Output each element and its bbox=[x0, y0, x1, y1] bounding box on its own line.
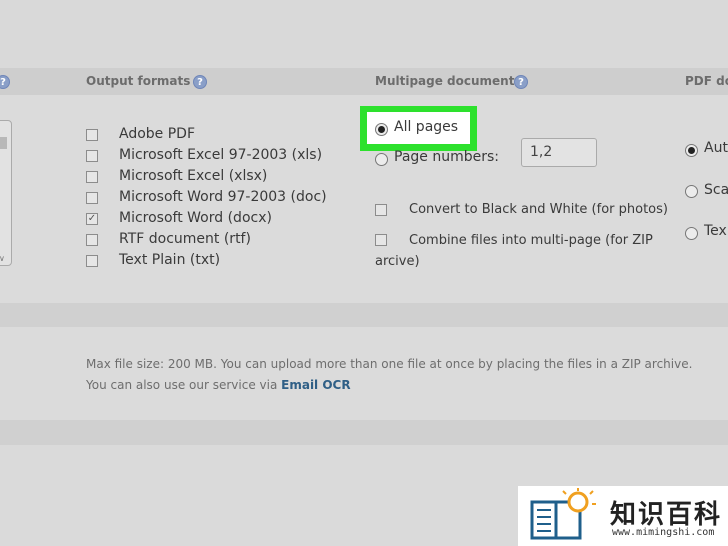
info-panel bbox=[0, 327, 728, 420]
convert-bw-checkbox[interactable] bbox=[375, 204, 387, 216]
page-numbers-input[interactable]: 1,2 bbox=[521, 138, 597, 167]
help-icon-output-formats[interactable]: ? bbox=[193, 75, 207, 89]
separator-band bbox=[0, 303, 728, 327]
pdf-option-1-radio[interactable] bbox=[685, 144, 698, 157]
combine-files-checkbox[interactable] bbox=[375, 234, 387, 246]
separator-band-bottom bbox=[0, 420, 728, 445]
format-checkbox[interactable] bbox=[86, 129, 98, 141]
pdf-heading: PDF do bbox=[685, 74, 728, 88]
format-label[interactable]: Microsoft Excel (xlsx) bbox=[119, 168, 267, 184]
watermark-logo: 知识百科 www.mimingshi.com bbox=[518, 486, 728, 546]
pdf-option-2-label[interactable]: Sca bbox=[704, 182, 728, 198]
multipage-heading: Multipage document bbox=[375, 74, 515, 88]
watermark-url: www.mimingshi.com bbox=[612, 527, 715, 538]
format-checkbox[interactable] bbox=[86, 192, 98, 204]
format-label[interactable]: Microsoft Word (docx) bbox=[119, 210, 272, 226]
max-file-size-note: Max file size: 200 MB. You can upload mo… bbox=[86, 357, 693, 371]
format-checkbox[interactable] bbox=[86, 171, 98, 183]
watermark-chinese: 知识百科 bbox=[610, 500, 723, 530]
all-pages-radio[interactable] bbox=[375, 123, 388, 136]
email-ocr-prefix: You can also use our service via bbox=[86, 378, 278, 392]
pdf-option-3-label[interactable]: Tex bbox=[704, 223, 727, 239]
help-icon-multipage[interactable]: ? bbox=[514, 75, 528, 89]
format-label[interactable]: RTF document (rtf) bbox=[119, 231, 251, 247]
scroll-down-icon[interactable]: ∨ bbox=[0, 254, 5, 263]
top-area bbox=[0, 0, 728, 69]
format-label[interactable]: Microsoft Excel 97-2003 (xls) bbox=[119, 147, 322, 163]
pdf-option-3-radio[interactable] bbox=[685, 227, 698, 240]
email-ocr-note: You can also use our service via Email O… bbox=[86, 378, 351, 392]
scrollbar-thumb[interactable] bbox=[0, 137, 7, 149]
format-label[interactable]: Microsoft Word 97-2003 (doc) bbox=[119, 189, 327, 205]
format-label[interactable]: Adobe PDF bbox=[119, 126, 195, 142]
combine-files-label[interactable]: Combine files into multi-page (for ZIP bbox=[409, 233, 653, 248]
pdf-option-2-radio[interactable] bbox=[685, 185, 698, 198]
page-numbers-label[interactable]: Page numbers: bbox=[394, 149, 499, 165]
page-numbers-radio[interactable] bbox=[375, 153, 388, 166]
output-formats-heading: Output formats bbox=[86, 74, 191, 88]
format-checkbox[interactable] bbox=[86, 234, 98, 246]
format-checkbox[interactable] bbox=[86, 255, 98, 267]
format-label[interactable]: Text Plain (txt) bbox=[119, 252, 220, 268]
book-lightbulb-icon bbox=[530, 488, 596, 540]
email-ocr-link[interactable]: Email OCR bbox=[281, 378, 350, 392]
all-pages-label[interactable]: All pages bbox=[394, 119, 458, 135]
format-checkbox[interactable] bbox=[86, 150, 98, 162]
pdf-option-1-label[interactable]: Aut bbox=[704, 140, 728, 156]
language-list-scrollbar[interactable]: ∨ bbox=[0, 120, 12, 266]
convert-bw-label[interactable]: Convert to Black and White (for photos) bbox=[409, 202, 668, 217]
combine-files-label-cont[interactable]: arcive) bbox=[375, 254, 420, 269]
format-checkbox[interactable]: ✓ bbox=[86, 213, 98, 225]
